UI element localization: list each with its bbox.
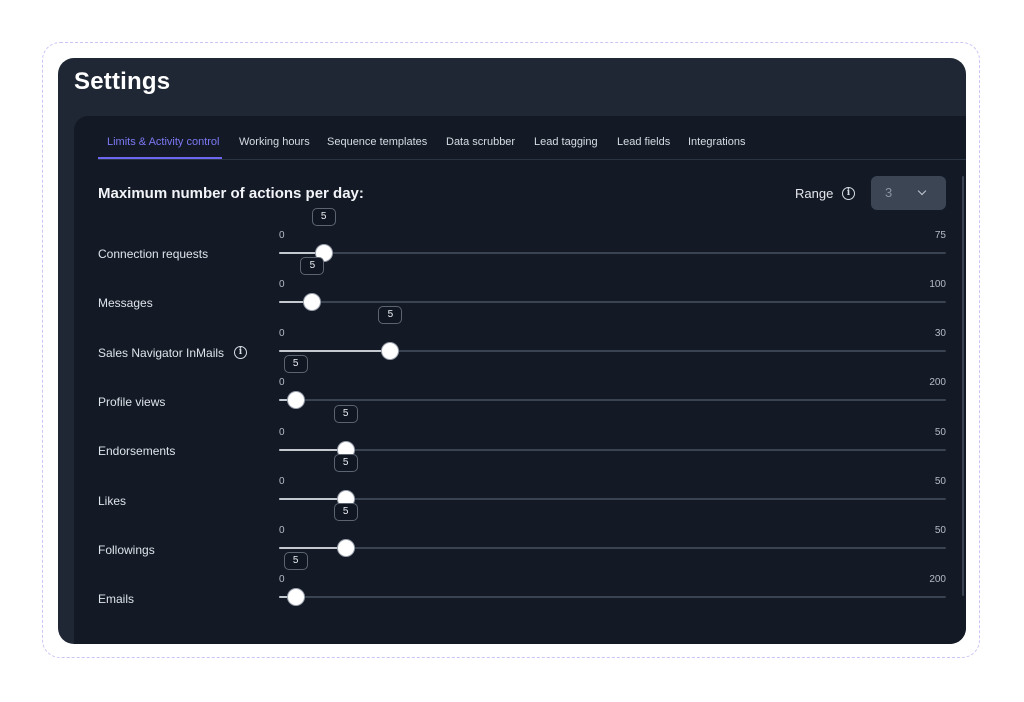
row-label-endorsements: Endorsements xyxy=(98,444,176,458)
chevron-down-icon xyxy=(917,186,927,196)
slider-max-label: 30 xyxy=(934,328,946,339)
slider-thumb[interactable] xyxy=(287,392,304,408)
slider-track xyxy=(279,252,946,254)
slider-value-bubble: 5 xyxy=(333,405,358,423)
tab-sequence-templates[interactable]: Sequence templates xyxy=(327,136,427,148)
slider-thumb[interactable] xyxy=(337,540,354,556)
slider-track xyxy=(279,596,946,598)
info-icon[interactable]: i xyxy=(842,187,855,200)
range-select-value: 3 xyxy=(885,185,893,200)
slider-fill xyxy=(279,350,391,352)
slider-max-label: 50 xyxy=(934,476,946,487)
slider-thumb[interactable] xyxy=(382,343,399,359)
scrollbar[interactable] xyxy=(962,176,964,596)
slider-likes[interactable]: 0 50 5 xyxy=(279,454,946,509)
tab-bar: Limits & Activity control Working hours … xyxy=(98,116,966,160)
slider-emails[interactable]: 0 200 5 xyxy=(279,552,946,607)
slider-max-label: 50 xyxy=(934,525,946,536)
slider-min-label: 0 xyxy=(279,377,285,388)
slider-fill xyxy=(279,449,346,451)
slider-value-bubble: 5 xyxy=(283,552,308,570)
row-label-profile-views: Profile views xyxy=(98,395,166,409)
slider-value-bubble: 5 xyxy=(333,454,358,472)
slider-track xyxy=(279,498,946,500)
slider-connection-requests[interactable]: 0 75 5 xyxy=(279,208,946,263)
settings-window: Settings Limits & Activity control Worki… xyxy=(58,58,966,644)
row-label-messages: Messages xyxy=(98,296,153,310)
row-label-emails: Emails xyxy=(98,592,135,606)
slider-max-label: 200 xyxy=(929,377,946,388)
tab-lead-tagging[interactable]: Lead tagging xyxy=(534,136,598,148)
slider-value-bubble: 5 xyxy=(333,503,358,521)
slider-min-label: 0 xyxy=(279,525,285,536)
slider-min-label: 0 xyxy=(279,574,285,585)
tab-integrations[interactable]: Integrations xyxy=(688,136,745,148)
tab-data-scrubber[interactable]: Data scrubber xyxy=(446,136,515,148)
slider-thumb[interactable] xyxy=(304,294,321,310)
slider-thumb[interactable] xyxy=(287,589,304,605)
slider-track xyxy=(279,547,946,549)
slider-track xyxy=(279,399,946,401)
slider-max-label: 100 xyxy=(929,279,946,290)
slider-value-bubble: 5 xyxy=(378,306,403,324)
slider-max-label: 50 xyxy=(934,427,946,438)
settings-panel: Limits & Activity control Working hours … xyxy=(74,116,966,644)
row-label-sales-navigator-inmails: Sales Navigator InMails xyxy=(98,346,225,360)
page-title: Settings xyxy=(74,68,171,95)
range-select[interactable]: 3 xyxy=(871,176,946,210)
slider-max-label: 75 xyxy=(934,230,946,241)
slider-sales-navigator-inmails[interactable]: 0 30 5 xyxy=(279,306,946,361)
slider-track xyxy=(279,301,946,303)
slider-min-label: 0 xyxy=(279,427,285,438)
active-tab-indicator xyxy=(98,157,222,159)
tab-limits-activity[interactable]: Limits & Activity control xyxy=(107,136,219,148)
slider-value-bubble: 5 xyxy=(283,355,308,373)
slider-followings[interactable]: 0 50 5 xyxy=(279,503,946,558)
slider-profile-views[interactable]: 0 200 5 xyxy=(279,355,946,410)
slider-fill xyxy=(279,547,346,549)
slider-min-label: 0 xyxy=(279,279,285,290)
tab-lead-fields[interactable]: Lead fields xyxy=(617,136,670,148)
slider-endorsements[interactable]: 0 50 5 xyxy=(279,405,946,460)
row-label-connection-requests: Connection requests xyxy=(98,247,209,261)
row-label-followings: Followings xyxy=(98,543,155,557)
slider-track xyxy=(279,449,946,451)
slider-value-bubble: 5 xyxy=(311,208,336,226)
section-heading: Maximum number of actions per day: xyxy=(98,185,364,202)
info-icon[interactable]: i xyxy=(234,346,247,359)
slider-min-label: 0 xyxy=(279,476,285,487)
slider-min-label: 0 xyxy=(279,230,285,241)
tab-working-hours[interactable]: Working hours xyxy=(239,136,310,148)
slider-max-label: 200 xyxy=(929,574,946,585)
slider-value-bubble: 5 xyxy=(300,257,325,275)
slider-min-label: 0 xyxy=(279,328,285,339)
range-label: Range xyxy=(795,186,834,201)
row-label-likes: Likes xyxy=(98,494,127,508)
slider-fill xyxy=(279,498,346,500)
